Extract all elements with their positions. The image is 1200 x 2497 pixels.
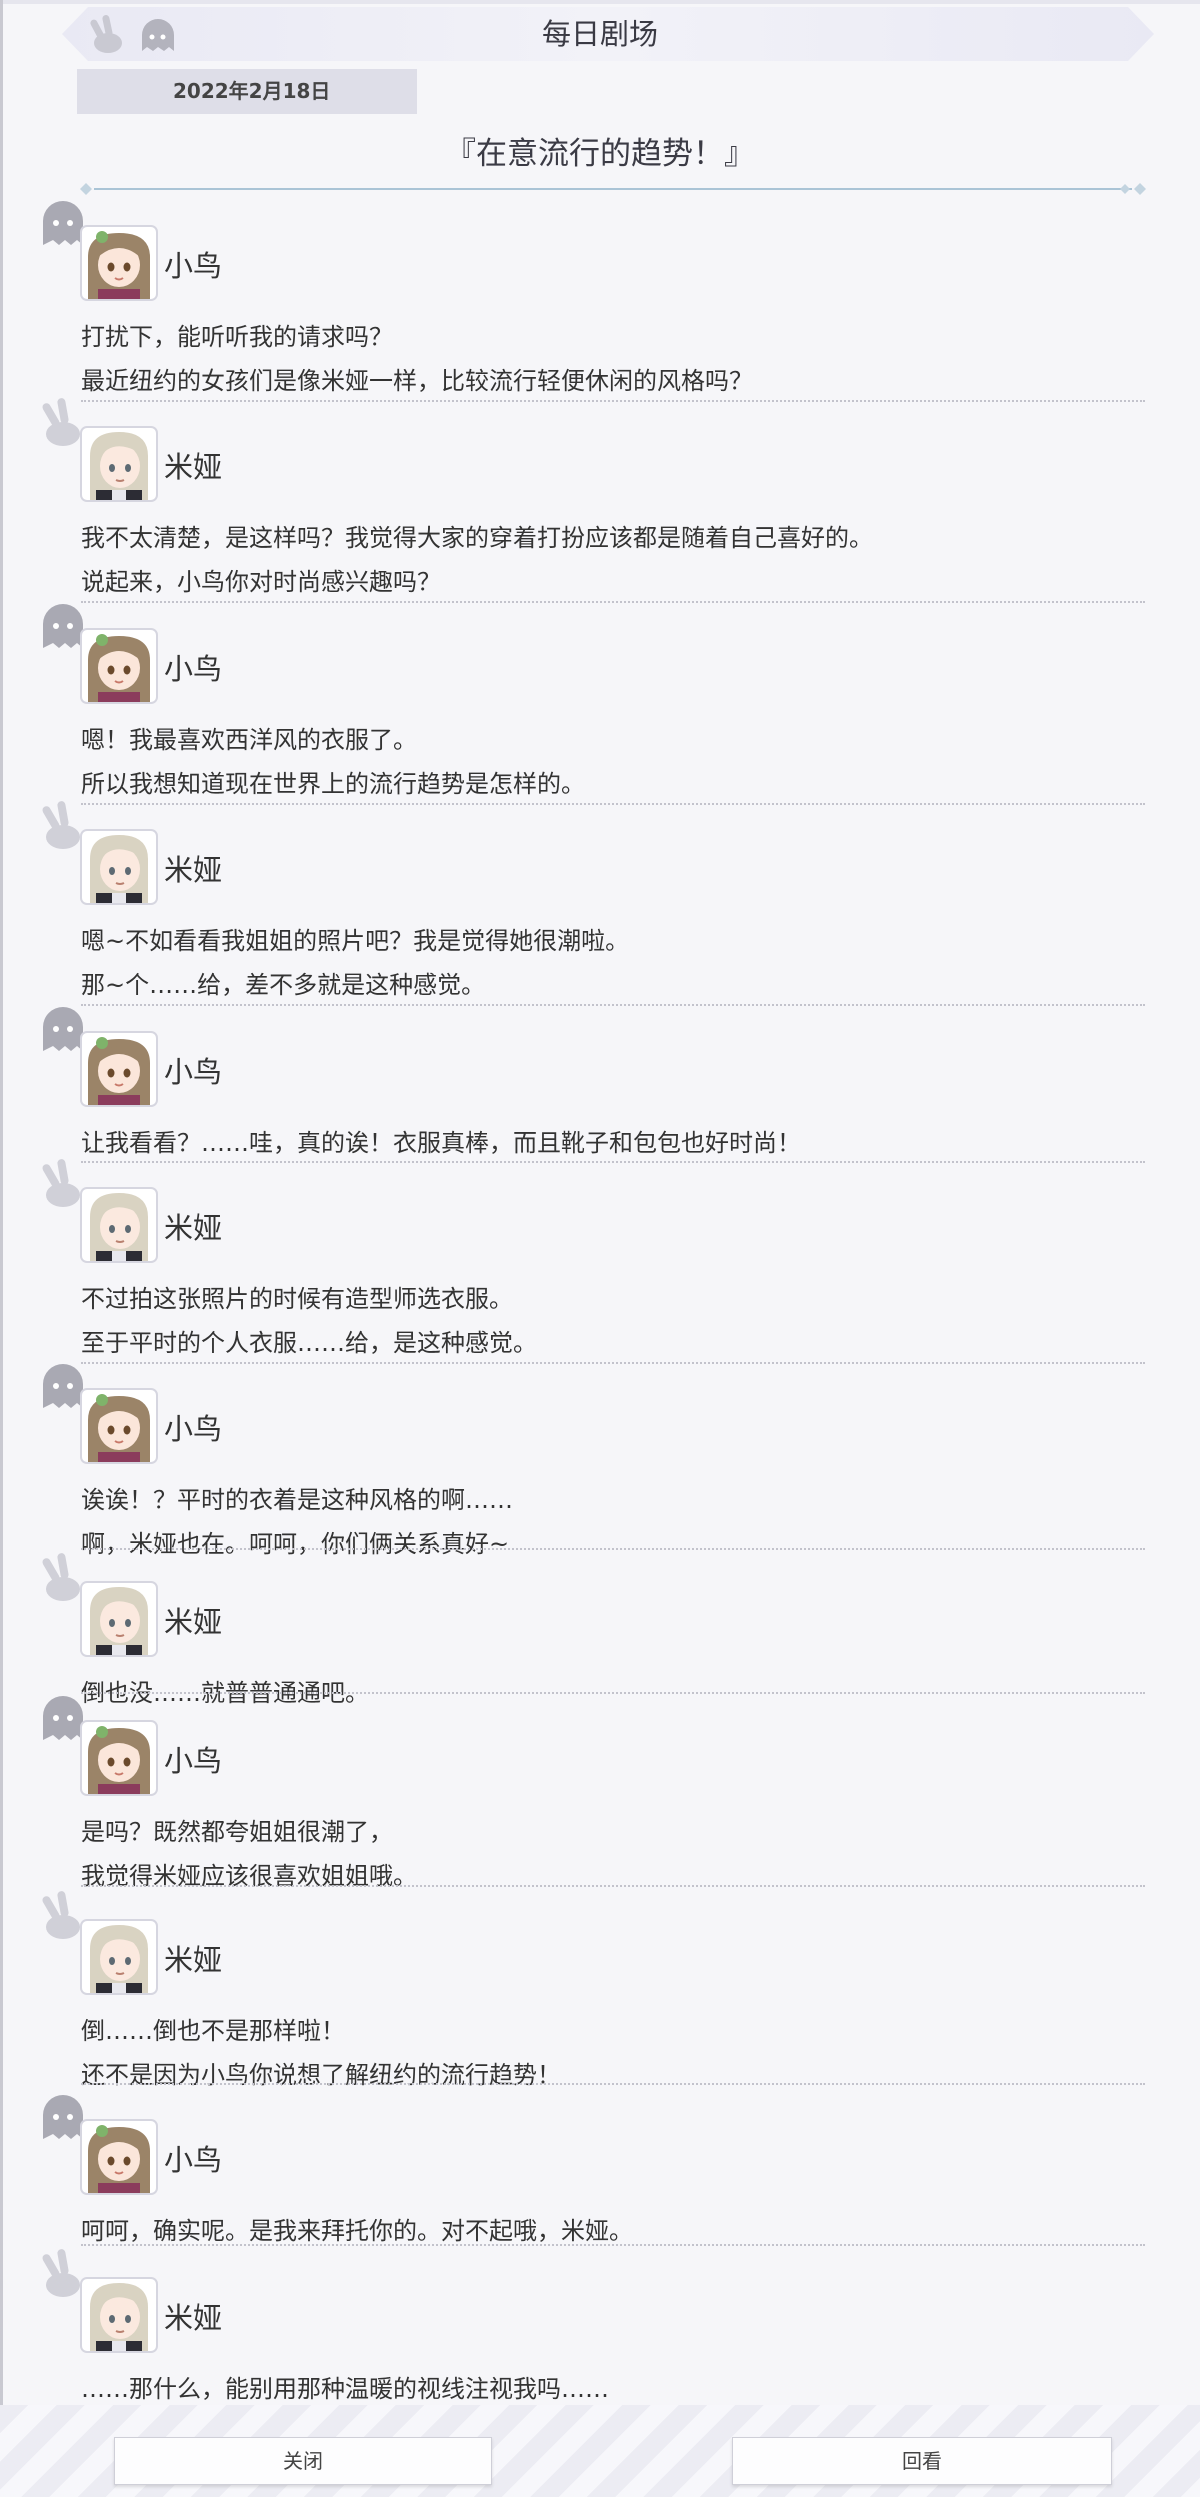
dialogue-entry: 小鸟让我看看？……哇，真的诶！衣服真棒，而且靴子和包包也好时尚！ — [35, 1001, 1145, 1163]
dialogue-entry: 米娅 ……那什么，能别用那种温暖的视线注视我吗…… — [35, 2247, 1145, 2407]
dialogue-line: 所以我想知道现在世界上的流行趋势是怎样的。 — [81, 770, 585, 798]
kotori-avatar — [80, 628, 158, 704]
kotori-avatar — [80, 1720, 158, 1796]
dialogue-divider — [81, 1885, 1145, 1887]
dialogue-entry: 米娅 倒……倒也不是那样啦！ 还不是因为小鸟你说想了解纽约的流行趋势！ — [35, 1889, 1145, 2089]
story-title: 『在意流行的趋势！』 — [445, 136, 755, 172]
dialogue-entry: 米娅不过拍这张照片的时候有造型师选衣服。 至于平时的个人衣服……给，是这种感觉。 — [35, 1157, 1145, 1364]
dialogue-line: 不过拍这张照片的时候有造型师选衣服。 — [81, 1285, 513, 1313]
page-edge — [0, 0, 3, 2497]
dialogue-line: 最近纽约的女孩们是像米娅一样，比较流行轻便休闲的风格吗？ — [81, 367, 753, 395]
dialogue-line: 嗯~不如看看我姐姐的照片吧？我是觉得她很潮啦。 — [81, 927, 630, 955]
dialogue-line: 说起来，小鸟你对时尚感兴趣吗？ — [81, 568, 441, 596]
dialogue-line: 是吗？既然都夸姐姐很潮了， — [81, 1818, 393, 1846]
kotori-avatar — [80, 225, 158, 301]
dialogue-divider — [81, 2083, 1145, 2085]
mia-avatar — [80, 829, 158, 905]
dialogue-divider — [81, 1548, 1145, 1550]
dialogue-entry: 米娅 倒也没……就普普通通吧。 — [35, 1551, 1145, 1707]
review-button[interactable]: 回看 — [732, 2437, 1112, 2485]
dialogue-entry: 小鸟嗯！我最喜欢西洋风的衣服了。所以我想知道现在世界上的流行趋势是怎样的。 — [35, 598, 1145, 805]
date-label: 2022年2月18日 — [77, 69, 417, 114]
top-strip — [0, 0, 1200, 4]
dialogue-line: 诶诶！？平时的衣着是这种风格的啊…… — [81, 1486, 513, 1514]
page-title: 每日剧场 — [541, 17, 658, 51]
speaker-name: 小鸟 — [164, 1055, 223, 1089]
mia-avatar — [80, 1187, 158, 1263]
mia-avatar — [80, 1581, 158, 1657]
title-divider — [80, 183, 1146, 195]
dialogue-line: 让我看看？……哇，真的诶！衣服真棒，而且靴子和包包也好时尚！ — [81, 1129, 801, 1157]
speaker-name: 米娅 — [164, 1605, 223, 1639]
dialogue-entry: 小鸟 是吗？既然都夸姐姐很潮了， 我觉得米娅应该很喜欢姐姐哦。 — [35, 1690, 1145, 1890]
speaker-name: 米娅 — [164, 1943, 223, 1977]
mia-avatar — [80, 2277, 158, 2353]
speaker-name: 米娅 — [164, 1211, 223, 1245]
close-button[interactable]: 关闭 — [114, 2437, 492, 2485]
dialogue-line: 我不太清楚，是这样吗？我觉得大家的穿着打扮应该都是随着自己喜好的。 — [81, 524, 873, 552]
kotori-avatar — [80, 1031, 158, 1107]
speaker-name: 小鸟 — [164, 1412, 223, 1446]
mia-avatar — [80, 1919, 158, 1995]
dialogue-line: 倒……倒也不是那样啦！ — [81, 2017, 345, 2045]
dialogue-line: 至于平时的个人衣服……给，是这种感觉。 — [81, 1329, 537, 1357]
dialogue-line: 那~个……给，差不多就是这种感觉。 — [81, 971, 486, 999]
speaker-name: 米娅 — [164, 853, 223, 887]
speaker-name: 小鸟 — [164, 2143, 223, 2177]
dialogue-line: 呵呵，确实呢。是我来拜托你的。对不起哦，米娅。 — [81, 2217, 633, 2245]
dialogue-entry: 小鸟 诶诶！？平时的衣着是这种风格的啊…… 啊，米娅也在。呵呵，你们俩关系真好~ — [35, 1358, 1145, 1558]
dialogue-entry: 米娅我不太清楚，是这样吗？我觉得大家的穿着打扮应该都是随着自己喜好的。 说起来，小… — [35, 396, 1145, 603]
speaker-name: 米娅 — [164, 2301, 223, 2335]
kotori-avatar — [80, 2119, 158, 2195]
kotori-avatar — [80, 1388, 158, 1464]
speaker-name: 米娅 — [164, 450, 223, 484]
speaker-name: 小鸟 — [164, 652, 223, 686]
dialogue-line: 嗯！我最喜欢西洋风的衣服了。 — [81, 726, 417, 754]
dialogue-line: ……那什么，能别用那种温暖的视线注视我吗…… — [81, 2375, 609, 2403]
dialogue-entry: 小鸟打扰下，能听听我的请求吗？ 最近纽约的女孩们是像米娅一样，比较流行轻便休闲的风… — [35, 195, 1145, 402]
mia-avatar — [80, 426, 158, 502]
speaker-name: 小鸟 — [164, 249, 223, 283]
dialogue-entry: 小鸟呵呵，确实呢。是我来拜托你的。对不起哦，米娅。 — [35, 2089, 1145, 2246]
speaker-name: 小鸟 — [164, 1744, 223, 1778]
dialogue-entry: 米娅嗯~不如看看我姐姐的照片吧？我是觉得她很潮啦。 那~个……给，差不多就是这种感… — [35, 799, 1145, 1006]
dialogue-divider — [81, 2244, 1145, 2246]
dialogue-line: 打扰下，能听听我的请求吗？ — [81, 323, 393, 351]
